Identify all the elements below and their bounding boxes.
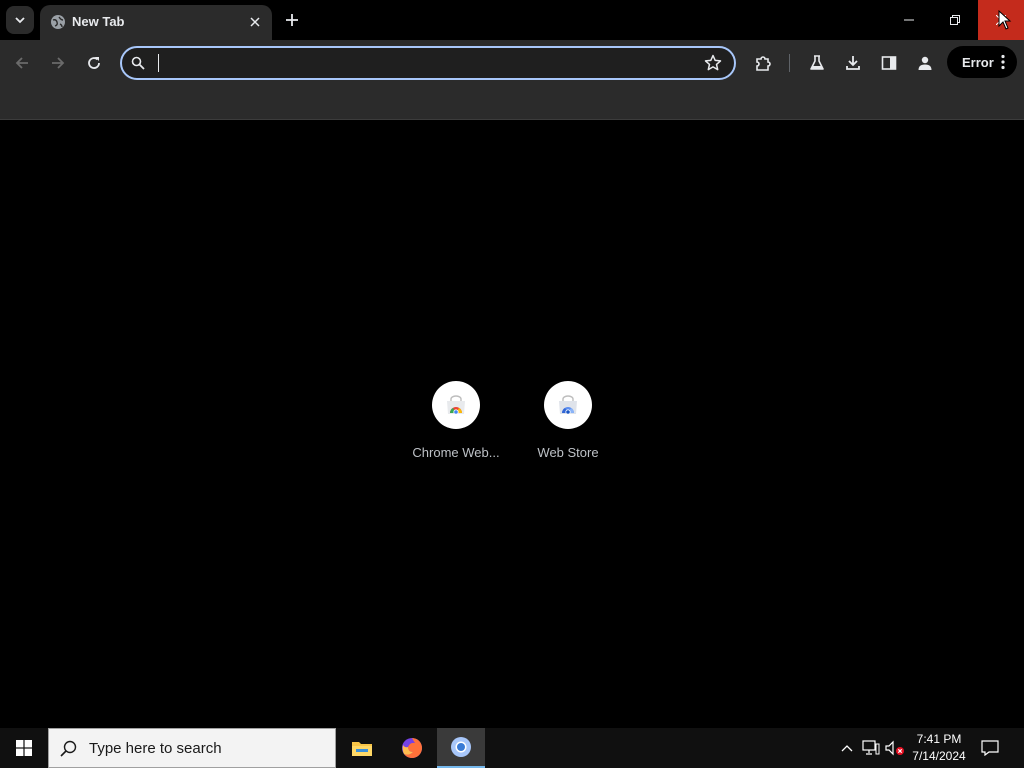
profile-error-button[interactable]: Error	[947, 46, 1017, 78]
profile-error-label: Error	[962, 54, 994, 70]
new-tab-page: Chrome Web... Web Store	[0, 121, 1024, 728]
notifications-button[interactable]	[980, 738, 1000, 758]
text-cursor	[158, 54, 159, 72]
new-tab-button[interactable]	[280, 8, 304, 32]
restore-button[interactable]	[932, 0, 978, 40]
more-vert-icon	[1001, 54, 1005, 70]
window-close-button[interactable]	[978, 0, 1024, 40]
tab-title: New Tab	[72, 14, 125, 29]
network-button[interactable]	[861, 738, 881, 758]
search-icon	[131, 56, 145, 70]
minimize-icon	[904, 19, 914, 21]
taskbar-chrome[interactable]	[437, 728, 485, 768]
puzzle-icon	[756, 56, 771, 71]
taskbar: Type here to search 7:41 PM 7/14/2024	[0, 728, 1024, 768]
chrome-web-store-icon	[447, 395, 465, 415]
tray-overflow-button[interactable]	[837, 738, 857, 758]
tab-close-button[interactable]	[246, 13, 264, 31]
shortcut-icon-circle	[432, 381, 480, 429]
downloads-button[interactable]	[839, 49, 867, 77]
clock-date: 7/14/2024	[912, 749, 966, 763]
mouse-cursor-icon	[998, 10, 1012, 30]
shortcut-icon-circle	[544, 381, 592, 429]
arrow-left-icon	[15, 57, 28, 69]
extensions-button[interactable]	[750, 49, 778, 77]
firefox-icon	[402, 738, 422, 758]
reload-icon	[88, 57, 100, 69]
chevron-up-icon	[841, 745, 853, 752]
shortcut-label: Chrome Web...	[412, 445, 500, 460]
title-bar: New Tab	[0, 0, 1024, 40]
search-icon	[60, 740, 77, 757]
chrome-icon	[451, 737, 471, 757]
tab-new-tab[interactable]: New Tab	[40, 5, 272, 40]
flask-icon	[810, 55, 824, 70]
start-button[interactable]	[0, 728, 48, 768]
download-icon	[846, 56, 860, 70]
bookmarks-bar	[0, 86, 1024, 120]
network-icon	[862, 740, 880, 755]
shortcut-web-store[interactable]: Web Store	[512, 381, 624, 477]
arrow-right-icon	[52, 57, 65, 69]
person-icon	[918, 56, 932, 70]
reload-button[interactable]	[80, 49, 108, 77]
profile-button[interactable]	[911, 49, 939, 77]
tab-search-button[interactable]	[6, 6, 34, 34]
taskbar-firefox[interactable]	[388, 728, 436, 768]
web-store-icon	[559, 395, 577, 415]
windows-logo-icon	[16, 740, 32, 756]
volume-button[interactable]	[885, 738, 905, 758]
taskbar-search-placeholder: Type here to search	[89, 740, 222, 757]
notification-icon	[981, 740, 999, 756]
shortcut-chrome-web-store[interactable]: Chrome Web...	[400, 381, 512, 477]
file-explorer-icon	[352, 742, 372, 756]
taskbar-file-explorer[interactable]	[338, 728, 386, 768]
labs-button[interactable]	[803, 49, 831, 77]
chevron-down-icon	[15, 17, 25, 24]
taskbar-search-box[interactable]: Type here to search	[48, 728, 336, 768]
restore-icon	[950, 15, 960, 25]
clock-time: 7:41 PM	[916, 732, 962, 746]
back-button[interactable]	[8, 49, 36, 77]
address-bar[interactable]	[120, 46, 736, 80]
forward-button[interactable]	[44, 49, 72, 77]
plus-icon	[286, 14, 298, 26]
taskbar-clock[interactable]: 7:41 PM 7/14/2024	[904, 731, 974, 765]
shortcut-label: Web Store	[537, 445, 599, 460]
side-panel-icon	[881, 56, 897, 70]
globe-icon	[51, 15, 65, 29]
minimize-button[interactable]	[886, 0, 932, 40]
address-input[interactable]	[156, 51, 686, 75]
close-icon	[250, 17, 260, 27]
bookmark-star-icon[interactable]	[704, 54, 722, 72]
volume-muted-icon	[885, 740, 904, 756]
side-panel-button[interactable]	[875, 49, 903, 77]
toolbar: Error	[0, 40, 1024, 86]
toolbar-divider	[789, 54, 790, 72]
